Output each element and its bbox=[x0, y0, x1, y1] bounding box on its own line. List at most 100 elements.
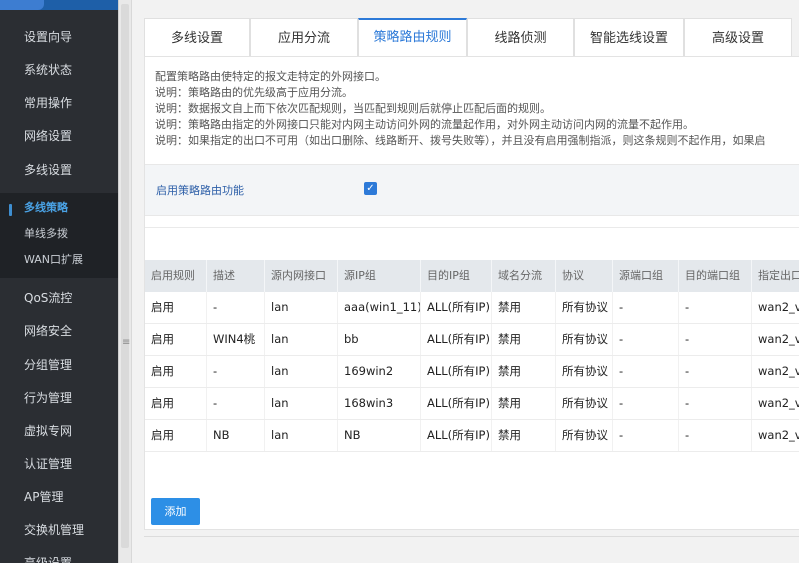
table-row[interactable]: 启用-lan169win2ALL(所有IP)禁用所有协议--wan2_v1 bbox=[145, 356, 799, 388]
rules-table: 启用规则 描述 源内网接口 源IP组 目的IP组 域名分流 协议 源端口组 目的端口组 指定出口 … bbox=[145, 260, 799, 452]
enable-policy-routing-label: 启用策略路由功能 bbox=[156, 184, 244, 197]
sidebar-item-multiline-settings[interactable]: 多线设置 bbox=[0, 154, 118, 187]
table-cell: 启用 bbox=[145, 356, 207, 387]
table-cell: - bbox=[207, 356, 265, 387]
table-cell: 禁用 bbox=[492, 292, 556, 323]
table-cell: - bbox=[207, 388, 265, 419]
sidebar-item-group-management[interactable]: 分组管理 bbox=[0, 349, 118, 382]
table-cell: aaa(win1_11) bbox=[338, 292, 421, 323]
table-cell: 所有协议 bbox=[556, 292, 613, 323]
column-header: 指定出口 bbox=[752, 260, 799, 292]
tab-line-detection[interactable]: 线路侦测 bbox=[467, 18, 574, 56]
table-cell: 禁用 bbox=[492, 324, 556, 355]
column-header: 描述 bbox=[207, 260, 265, 292]
table-cell: 启用 bbox=[145, 388, 207, 419]
tab-app-split[interactable]: 应用分流 bbox=[250, 18, 358, 56]
enable-row: 启用策略路由功能 ✓ bbox=[145, 164, 799, 216]
table-cell: wan2_v1 bbox=[752, 420, 799, 451]
table-cell: wan2_v1 bbox=[752, 388, 799, 419]
table-cell: - bbox=[613, 420, 679, 451]
column-header: 协议 bbox=[556, 260, 613, 292]
sidebar-item-auth-management[interactable]: 认证管理 bbox=[0, 448, 118, 481]
sidebar-item-qos[interactable]: QoS流控 bbox=[0, 282, 118, 315]
table-cell: lan bbox=[265, 388, 338, 419]
enable-policy-routing-checkbox[interactable]: ✓ bbox=[364, 182, 377, 195]
table-row[interactable]: 启用NBlanNBALL(所有IP)禁用所有协议--wan2_v1 bbox=[145, 420, 799, 452]
table-cell: NB bbox=[207, 420, 265, 451]
sidebar-splitter[interactable]: ≡ bbox=[118, 0, 132, 563]
policy-routing-panel: 配置策略路由使特定的报文走特定的外网接口。 说明：策略路由的优先级高于应用分流。… bbox=[144, 56, 799, 530]
sidebar-item-advanced-settings[interactable]: 高级设置 bbox=[0, 547, 118, 563]
table-cell: 所有协议 bbox=[556, 356, 613, 387]
note-line: 配置策略路由使特定的报文走特定的外网接口。 bbox=[155, 70, 386, 83]
table-cell: - bbox=[679, 292, 752, 323]
table-cell: ALL(所有IP) bbox=[421, 388, 492, 419]
sidebar-item-behavior-management[interactable]: 行为管理 bbox=[0, 382, 118, 415]
note-line: 说明：如果指定的出口不可用（如出口删除、线路断开、拨号失败等），并且没有启用强制… bbox=[155, 134, 766, 147]
tab-smart-line-selection[interactable]: 智能选线设置 bbox=[574, 18, 684, 56]
column-header: 源IP组 bbox=[338, 260, 421, 292]
sidebar-subitem-multiline-policy[interactable]: 多线策略 bbox=[0, 195, 118, 221]
notes-block: 配置策略路由使特定的报文走特定的外网接口。 说明：策略路由的优先级高于应用分流。… bbox=[155, 69, 766, 149]
divider bbox=[145, 227, 799, 228]
table-cell: - bbox=[679, 356, 752, 387]
tab-bar: 多线设置 应用分流 策略路由规则 线路侦测 智能选线设置 高级设置 bbox=[144, 18, 792, 56]
column-header: 域名分流 bbox=[492, 260, 556, 292]
sidebar-item-ap-management[interactable]: AP管理 bbox=[0, 481, 118, 514]
table-row[interactable]: 启用 - lan aaa(win1_11) ALL(所有IP) 禁用 所有协议 - - wan2_… bbox=[145, 292, 799, 324]
sidebar: 设置向导 系统状态 常用操作 网络设置 多线设置 多线策略 单线多拨 WAN口扩… bbox=[0, 0, 118, 563]
table-cell: 168win3 bbox=[338, 388, 421, 419]
column-header: 目的IP组 bbox=[421, 260, 492, 292]
table-cell: 启用 bbox=[145, 324, 207, 355]
table-cell: 禁用 bbox=[492, 388, 556, 419]
scrollbar-thumb[interactable] bbox=[121, 4, 129, 548]
splitter-grip-icon[interactable]: ≡ bbox=[122, 338, 130, 348]
column-header: 源内网接口 bbox=[265, 260, 338, 292]
sidebar-item-network-settings[interactable]: 网络设置 bbox=[0, 120, 118, 153]
table-cell: NB bbox=[338, 420, 421, 451]
table-cell: 启用 bbox=[145, 292, 207, 323]
column-header: 源端口组 bbox=[613, 260, 679, 292]
table-header: 启用规则 描述 源内网接口 源IP组 目的IP组 域名分流 协议 源端口组 目的端口组 指定出口 bbox=[145, 260, 799, 292]
table-cell: 所有协议 bbox=[556, 420, 613, 451]
table-cell: lan bbox=[265, 324, 338, 355]
table-cell: ALL(所有IP) bbox=[421, 292, 492, 323]
sidebar-item-vpn[interactable]: 虚拟专网 bbox=[0, 415, 118, 448]
table-cell: wan2_v1 bbox=[752, 324, 799, 355]
table-cell: lan bbox=[265, 356, 338, 387]
column-header: 启用规则 bbox=[145, 260, 207, 292]
table-row[interactable]: 启用WIN4桃lanbbALL(所有IP)禁用所有协议--wan2_v1 bbox=[145, 324, 799, 356]
note-line: 说明：策略路由指定的外网接口只能对内网主动访问外网的流量起作用，对外网主动访问内… bbox=[155, 118, 694, 131]
table-cell: - bbox=[613, 292, 679, 323]
table-cell: - bbox=[679, 388, 752, 419]
tab-advanced-settings[interactable]: 高级设置 bbox=[684, 18, 792, 56]
main-content: 多线设置 应用分流 策略路由规则 线路侦测 智能选线设置 高级设置 配置策略路由… bbox=[132, 0, 799, 563]
table-cell: bb bbox=[338, 324, 421, 355]
note-line: 说明：数据报文自上而下依次匹配规则，当匹配到规则后就停止匹配后面的规则。 bbox=[155, 102, 551, 115]
tab-policy-routing-rules[interactable]: 策略路由规则 bbox=[358, 18, 467, 56]
tab-multiline-settings[interactable]: 多线设置 bbox=[144, 18, 250, 56]
sidebar-item-switch-management[interactable]: 交换机管理 bbox=[0, 514, 118, 547]
sidebar-subitem-wan-expand[interactable]: WAN口扩展 bbox=[0, 247, 118, 273]
table-cell: wan2_v1 bbox=[752, 292, 799, 323]
table-cell: lan bbox=[265, 420, 338, 451]
column-header: 目的端口组 bbox=[679, 260, 752, 292]
sidebar-item-network-security[interactable]: 网络安全 bbox=[0, 315, 118, 348]
table-cell: ALL(所有IP) bbox=[421, 420, 492, 451]
table-cell: ALL(所有IP) bbox=[421, 356, 492, 387]
table-cell: 169win2 bbox=[338, 356, 421, 387]
divider bbox=[144, 536, 799, 537]
sidebar-item-system-status[interactable]: 系统状态 bbox=[0, 54, 118, 87]
table-row[interactable]: 启用-lan168win3ALL(所有IP)禁用所有协议--wan2_v1 bbox=[145, 388, 799, 420]
table-cell: ALL(所有IP) bbox=[421, 324, 492, 355]
table-cell: 启用 bbox=[145, 420, 207, 451]
table-cell: lan bbox=[265, 292, 338, 323]
sidebar-item-setup-wizard[interactable]: 设置向导 bbox=[0, 21, 118, 54]
table-cell: WIN4桃 bbox=[207, 324, 265, 355]
table-cell: - bbox=[613, 356, 679, 387]
table-cell: wan2_v1 bbox=[752, 356, 799, 387]
add-button[interactable]: 添加 bbox=[151, 498, 200, 525]
sidebar-item-common-ops[interactable]: 常用操作 bbox=[0, 87, 118, 120]
sidebar-subitem-single-multi-dial[interactable]: 单线多拨 bbox=[0, 221, 118, 247]
table-cell: - bbox=[207, 292, 265, 323]
